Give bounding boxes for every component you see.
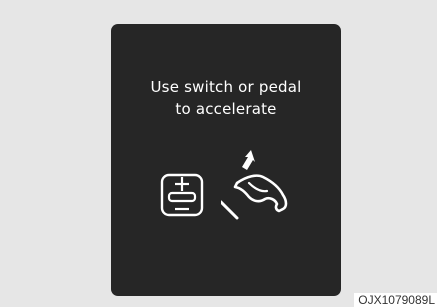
accelerate-instruction: Use switch or pedal to accelerate xyxy=(111,76,341,120)
accelerator-switch-icon xyxy=(160,173,204,217)
illustration-frame: Use switch or pedal to accelerate OJX107… xyxy=(0,0,437,307)
image-reference-code: OJX1079089L xyxy=(354,293,437,307)
accelerator-pedal-icon xyxy=(221,150,288,220)
message-line-2: to accelerate xyxy=(175,100,277,118)
message-line-1: Use switch or pedal xyxy=(150,78,302,96)
cluster-display: Use switch or pedal to accelerate xyxy=(111,24,341,296)
